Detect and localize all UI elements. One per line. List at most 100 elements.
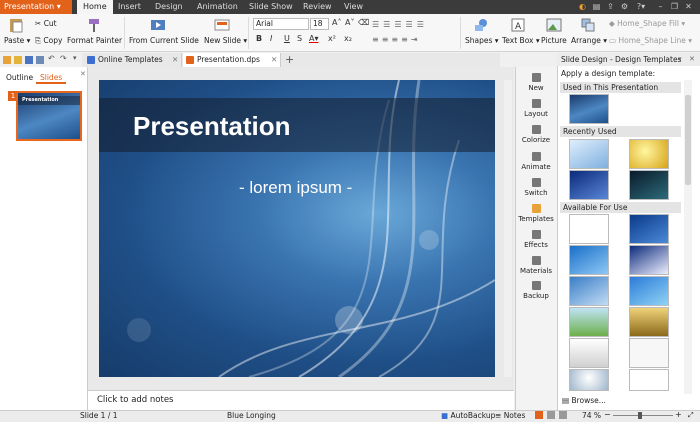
fit-window-icon[interactable]: ⤢ <box>688 411 694 420</box>
grow-font-icon[interactable]: A˄ <box>332 18 341 27</box>
settings-icon[interactable]: ⚙ <box>620 3 629 11</box>
slide-canvas[interactable]: Presentation - lorem ipsum - <box>99 80 495 377</box>
print-icon[interactable] <box>36 56 44 64</box>
template-thumb[interactable] <box>569 369 609 391</box>
paragraph-align-icons[interactable]: ☰☰☰☰☰ <box>372 20 452 29</box>
zoom-slider-thumb[interactable] <box>638 412 642 419</box>
template-thumb[interactable] <box>629 245 669 275</box>
arrange-button[interactable]: Arrange ▾ <box>571 36 607 45</box>
close-pane-icon[interactable]: ✕ <box>80 70 86 78</box>
template-thumb[interactable] <box>629 276 669 306</box>
shape-line-button[interactable]: ▭ Home_Shape Line ▾ <box>609 36 692 45</box>
zoom-in-icon[interactable]: + <box>675 410 682 419</box>
template-thumb[interactable] <box>629 170 669 200</box>
sorter-view-icon[interactable] <box>547 411 555 419</box>
normal-view-icon[interactable] <box>535 411 543 419</box>
template-thumb[interactable] <box>629 369 669 391</box>
template-thumb[interactable] <box>569 214 609 244</box>
close-tab-icon[interactable]: ✕ <box>172 53 178 67</box>
template-thumb[interactable] <box>569 139 609 169</box>
side-animate-button[interactable]: Animate <box>517 152 555 171</box>
subscript-icon[interactable]: x₂ <box>344 34 352 43</box>
scroll-thumb[interactable] <box>685 95 691 185</box>
template-thumb[interactable] <box>569 245 609 275</box>
menu-view[interactable]: View <box>338 0 369 14</box>
menu-home[interactable]: Home <box>77 0 113 14</box>
paragraph-tools-icons[interactable]: ≡≡≡≡⇥ <box>372 35 462 44</box>
paste-button[interactable]: Paste ▾ <box>4 36 30 45</box>
quick-icon[interactable]: ▤ <box>592 3 601 11</box>
new-slide-button[interactable]: New Slide ▾ <box>204 36 247 45</box>
close-tab-icon[interactable]: ✕ <box>271 53 277 67</box>
template-thumb[interactable] <box>569 307 609 337</box>
zoom-out-icon[interactable]: − <box>604 410 611 419</box>
template-thumb[interactable] <box>629 307 669 337</box>
shapes-button[interactable]: Shapes ▾ <box>465 36 499 45</box>
tab-outline[interactable]: Outline <box>2 71 37 84</box>
format-painter-button[interactable]: Format Painter <box>67 36 122 45</box>
restore-icon[interactable]: ❐ <box>670 3 679 11</box>
font-size-select[interactable]: 18 <box>310 18 329 30</box>
minimize-icon[interactable]: – <box>656 3 665 11</box>
slide-subtitle[interactable]: - lorem ipsum - <box>239 178 352 198</box>
bold-icon[interactable]: B <box>256 34 262 43</box>
side-effects-button[interactable]: Effects <box>517 230 555 249</box>
shadow-icon[interactable]: S <box>297 34 302 43</box>
side-backup-button[interactable]: Backup <box>517 281 555 300</box>
menu-slide-show[interactable]: Slide Show <box>243 0 299 14</box>
menu-animation[interactable]: Animation <box>191 0 244 14</box>
slide-thumbnail[interactable]: Presentation <box>16 91 82 141</box>
template-thumb[interactable] <box>569 94 609 124</box>
shrink-font-icon[interactable]: A˅ <box>345 18 354 27</box>
menu-design[interactable]: Design <box>149 0 189 14</box>
notes-pane[interactable]: Click to add notes <box>88 390 514 410</box>
font-color-icon[interactable]: A▾ <box>309 34 319 43</box>
notes-toggle[interactable]: ≡ Notes <box>495 411 525 420</box>
side-layout-button[interactable]: Layout <box>517 99 555 118</box>
skin-icon[interactable]: ◐ <box>578 3 587 11</box>
side-colorize-button[interactable]: Colorize <box>517 125 555 144</box>
share-icon[interactable]: ⇪ <box>606 3 615 11</box>
new-file-icon[interactable] <box>3 56 11 64</box>
menu-insert[interactable]: Insert <box>112 0 147 14</box>
side-templates-button[interactable]: Templates <box>517 204 555 223</box>
template-thumb[interactable] <box>569 338 609 368</box>
customize-icon[interactable]: ▾ <box>73 54 77 62</box>
close-pane-icon[interactable]: ✕ <box>689 55 695 63</box>
slideshow-view-icon[interactable] <box>559 411 567 419</box>
pane-menu-icon[interactable]: ▾ <box>678 55 682 63</box>
tab-online-templates[interactable]: Online Templates ✕ <box>84 53 182 67</box>
text-box-button[interactable]: Text Box ▾ <box>502 36 540 45</box>
help-icon[interactable]: ?▾ <box>634 3 648 11</box>
save-icon[interactable] <box>25 56 33 64</box>
shape-fill-button[interactable]: ◆ Home_Shape Fill ▾ <box>609 19 685 28</box>
side-materials-button[interactable]: Materials <box>517 256 555 275</box>
browse-link[interactable]: ▤ Browse... <box>562 396 606 405</box>
add-tab-icon[interactable]: + <box>285 53 294 67</box>
cut-button[interactable]: ✂ Cut <box>35 19 57 28</box>
app-menu-button[interactable]: Presentation ▾ <box>0 0 72 14</box>
template-thumb[interactable] <box>629 338 669 368</box>
tab-slides[interactable]: Slides <box>36 71 67 84</box>
template-thumb[interactable] <box>569 170 609 200</box>
picture-button[interactable]: Picture <box>541 36 567 45</box>
from-current-slide-button[interactable]: From Current Slide <box>129 36 199 45</box>
side-new-button[interactable]: New <box>517 73 555 92</box>
zoom-slider[interactable] <box>613 415 673 416</box>
open-file-icon[interactable] <box>14 56 22 64</box>
superscript-icon[interactable]: x² <box>328 34 336 43</box>
slide-title[interactable]: Presentation <box>133 111 291 142</box>
template-thumb[interactable] <box>569 276 609 306</box>
template-thumb[interactable] <box>629 214 669 244</box>
italic-icon[interactable]: I <box>270 34 272 43</box>
tab-presentation-dps[interactable]: Presentation.dps ✕ <box>183 53 281 67</box>
template-thumb[interactable] <box>629 139 669 169</box>
redo-icon[interactable]: ↷ <box>60 54 67 63</box>
autobackup-button[interactable]: ■ AutoBackup <box>441 411 495 420</box>
copy-button[interactable]: ⎘ Copy <box>35 36 62 46</box>
font-name-select[interactable]: Arial <box>253 18 309 30</box>
undo-icon[interactable]: ↶ <box>48 54 55 63</box>
underline-icon[interactable]: U <box>284 34 290 43</box>
slide-scrollbar[interactable] <box>504 80 512 377</box>
side-switch-button[interactable]: Switch <box>517 178 555 197</box>
